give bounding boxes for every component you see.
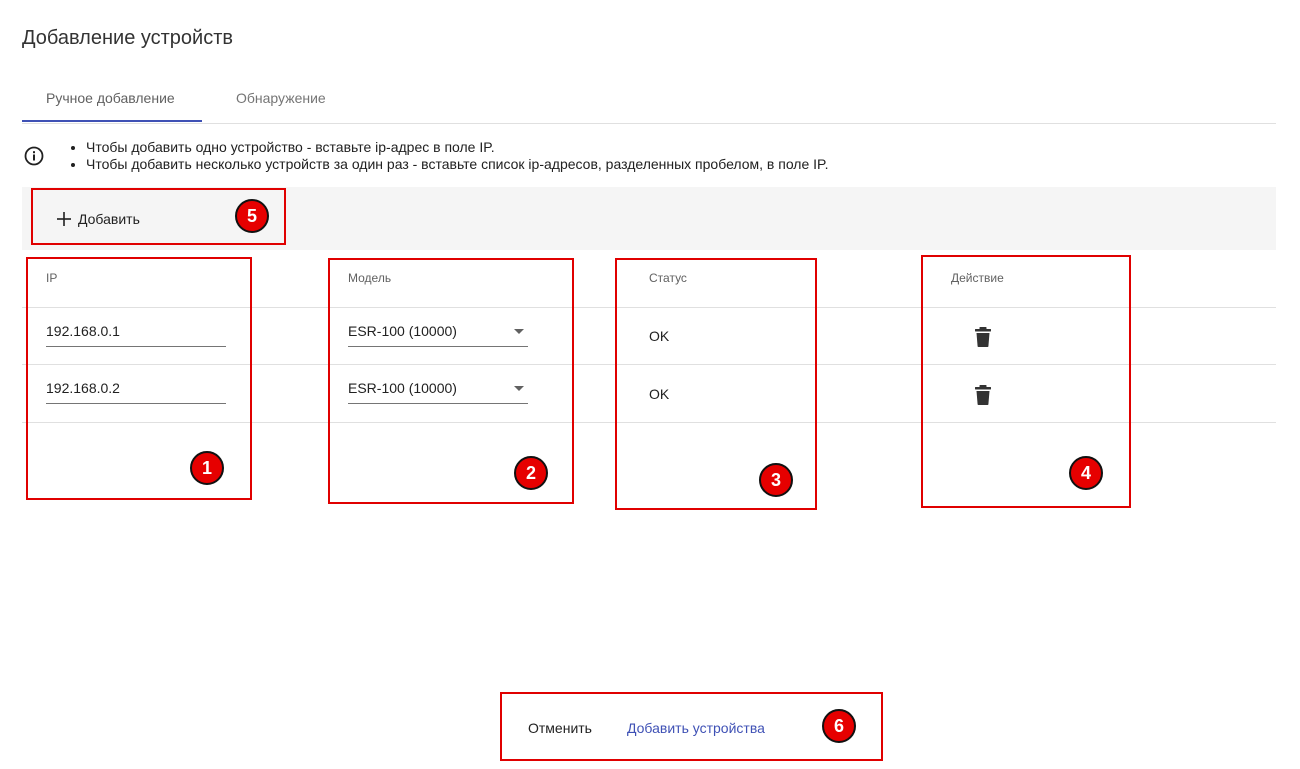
tab-manual-add[interactable]: Ручное добавление xyxy=(46,90,175,106)
dialog-title: Добавление устройств xyxy=(22,27,234,49)
annotation-badge-1: 1 xyxy=(190,451,224,485)
tabs-divider xyxy=(22,123,1276,124)
annotation-badge-2: 2 xyxy=(514,456,548,490)
annotation-badge-4: 4 xyxy=(1069,456,1103,490)
hint-single-device: Чтобы добавить одно устройство - вставьт… xyxy=(86,139,828,156)
annotation-badge-5: 5 xyxy=(235,199,269,233)
info-circle-icon xyxy=(24,146,44,166)
active-tab-indicator xyxy=(22,120,202,122)
hint-list: Чтобы добавить одно устройство - вставьт… xyxy=(68,139,828,173)
tab-discovery[interactable]: Обнаружение xyxy=(236,90,326,106)
annotation-badge-3: 3 xyxy=(759,463,793,497)
hint-multiple-devices: Чтобы добавить несколько устройств за од… xyxy=(86,156,828,173)
annotation-badge-6: 6 xyxy=(822,709,856,743)
